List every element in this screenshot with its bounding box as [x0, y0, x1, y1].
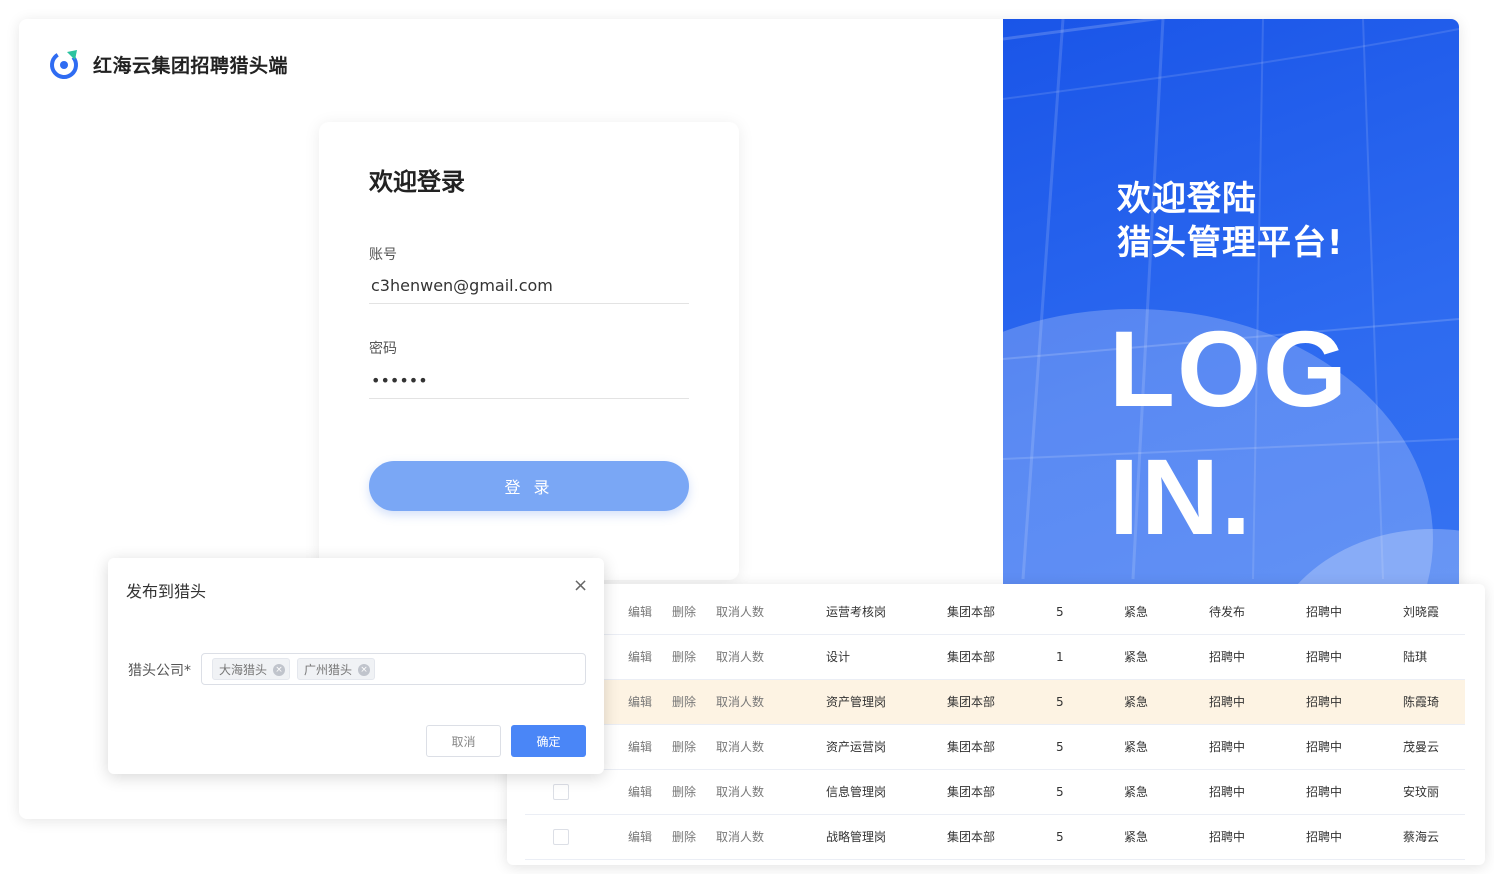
brand-header: 红海云集团招聘猎头端: [49, 47, 288, 81]
cancel-count-link[interactable]: 取消人数: [716, 680, 764, 724]
recruit-status-cell: 招聘中: [1306, 650, 1343, 664]
edit-link[interactable]: 编辑: [628, 680, 652, 724]
login-title: 欢迎登录: [369, 168, 465, 196]
publish-dialog: 发布到猎头 × 猎头公司* 大海猎头 × 广州猎头 × 取消 确定: [108, 558, 604, 774]
delete-link[interactable]: 删除: [672, 590, 696, 634]
publish-status-cell: 招聘中: [1209, 830, 1246, 844]
row-checkbox[interactable]: [553, 829, 569, 845]
recruit-status-cell: 招聘中: [1306, 785, 1343, 799]
tag-headhunter-1: 大海猎头 ×: [212, 658, 291, 680]
hero-in-word: IN.: [1109, 436, 1254, 557]
delete-link[interactable]: 删除: [672, 635, 696, 679]
recruit-status-cell: 招聘中: [1306, 695, 1343, 709]
login-button[interactable]: 登 录: [369, 461, 689, 511]
account-input[interactable]: [369, 268, 689, 304]
edit-link[interactable]: 编辑: [628, 725, 652, 769]
department-cell: 集团本部: [947, 740, 996, 754]
owner-cell: 茂曼云: [1403, 740, 1440, 754]
headhunter-company-label: 猎头公司*: [128, 663, 191, 679]
job-table: 编辑 删除 取消人数 运营考核岗 集团本部 5 紧急 待发布 招聘中 刘晓霞 编辑 删除 取消人数 设计集…: [507, 584, 1485, 865]
publish-status-cell: 招聘中: [1209, 695, 1246, 709]
recruit-status-cell: 招聘中: [1306, 740, 1343, 754]
headcount-cell: 1: [1056, 650, 1064, 664]
table-row[interactable]: 编辑 删除 取消人数 资产管理岗 集团本部 5 紧急 招聘中 招聘中 陈霞琦: [525, 680, 1465, 725]
cancel-count-link[interactable]: 取消人数: [716, 590, 764, 634]
position-cell: 信息管理岗: [826, 785, 887, 799]
cancel-count-link[interactable]: 取消人数: [716, 815, 764, 859]
owner-cell: 蔡海云: [1403, 830, 1440, 844]
headcount-cell: 5: [1056, 740, 1064, 754]
edit-link[interactable]: 编辑: [628, 815, 652, 859]
close-icon[interactable]: ×: [573, 576, 588, 596]
urgency-cell: 紧急: [1124, 830, 1149, 844]
department-cell: 集团本部: [947, 650, 996, 664]
account-label: 账号: [369, 247, 397, 263]
publish-status-cell: 招聘中: [1209, 650, 1246, 664]
headcount-cell: 5: [1056, 830, 1064, 844]
recruit-status-cell: 招聘中: [1306, 605, 1343, 619]
delete-link[interactable]: 删除: [672, 770, 696, 814]
department-cell: 集团本部: [947, 830, 996, 844]
edit-link[interactable]: 编辑: [628, 590, 652, 634]
publish-status-cell: 待发布: [1209, 605, 1246, 619]
brand-logo-icon: [50, 50, 78, 79]
tag-label: 广州猎头: [304, 663, 353, 677]
recruit-status-cell: 招聘中: [1306, 830, 1343, 844]
owner-cell: 陈霞琦: [1403, 695, 1440, 709]
department-cell: 集团本部: [947, 785, 996, 799]
delete-link[interactable]: 删除: [672, 680, 696, 724]
cancel-count-link[interactable]: 取消人数: [716, 635, 764, 679]
publish-status-cell: 招聘中: [1209, 740, 1246, 754]
tag-remove-icon[interactable]: ×: [273, 664, 286, 676]
dialog-title: 发布到猎头: [126, 582, 207, 601]
hero-welcome-text: 欢迎登陆 猎头管理平台!: [1117, 177, 1344, 265]
headhunter-company-select[interactable]: 大海猎头 × 广州猎头 ×: [201, 653, 586, 685]
table-row[interactable]: 编辑 删除 取消人数 设计 集团本部 1 紧急 招聘中 招聘中 陆琪: [525, 635, 1465, 680]
confirm-button[interactable]: 确定: [511, 725, 586, 757]
position-cell: 设计: [826, 650, 851, 664]
position-cell: 资产管理岗: [826, 695, 887, 709]
urgency-cell: 紧急: [1124, 605, 1149, 619]
password-input[interactable]: [369, 363, 689, 399]
position-cell: 战略管理岗: [826, 830, 887, 844]
urgency-cell: 紧急: [1124, 650, 1149, 664]
position-cell: 运营考核岗: [826, 605, 887, 619]
urgency-cell: 紧急: [1124, 785, 1149, 799]
edit-link[interactable]: 编辑: [628, 770, 652, 814]
table-row[interactable]: 编辑 删除 取消人数 战略管理岗 集团本部 5 紧急 招聘中 招聘中 蔡海云: [525, 815, 1465, 860]
headcount-cell: 5: [1056, 605, 1064, 619]
row-checkbox[interactable]: [553, 784, 569, 800]
owner-cell: 陆琪: [1403, 650, 1428, 664]
table-row[interactable]: 编辑 删除 取消人数 信息管理岗 集团本部 5 紧急 招聘中 招聘中 安玟丽: [525, 770, 1465, 815]
position-cell: 资产运营岗: [826, 740, 887, 754]
headcount-cell: 5: [1056, 785, 1064, 799]
edit-link[interactable]: 编辑: [628, 635, 652, 679]
department-cell: 集团本部: [947, 695, 996, 709]
tag-label: 大海猎头: [219, 663, 268, 677]
tag-remove-icon[interactable]: ×: [358, 664, 371, 676]
department-cell: 集团本部: [947, 605, 996, 619]
headcount-cell: 5: [1056, 695, 1064, 709]
hero-login-word: LOG: [1109, 308, 1349, 429]
cancel-count-link[interactable]: 取消人数: [716, 725, 764, 769]
password-label: 密码: [369, 341, 397, 357]
urgency-cell: 紧急: [1124, 695, 1149, 709]
hero-welcome-line2: 猎头管理平台!: [1117, 223, 1344, 263]
table-row[interactable]: 编辑 删除 取消人数 运营考核岗 集团本部 5 紧急 待发布 招聘中 刘晓霞: [525, 590, 1465, 635]
delete-link[interactable]: 删除: [672, 815, 696, 859]
owner-cell: 安玟丽: [1403, 785, 1440, 799]
tag-headhunter-2: 广州猎头 ×: [297, 658, 376, 680]
login-form: 欢迎登录 账号 密码 登 录: [319, 122, 739, 580]
delete-link[interactable]: 删除: [672, 725, 696, 769]
urgency-cell: 紧急: [1124, 740, 1149, 754]
cancel-button[interactable]: 取消: [426, 725, 501, 757]
brand-name: 红海云集团招聘猎头端: [93, 54, 289, 77]
hero-welcome-line1: 欢迎登陆: [1117, 179, 1257, 219]
owner-cell: 刘晓霞: [1403, 605, 1440, 619]
table-row[interactable]: 编辑 删除 取消人数 资产运营岗 集团本部 5 紧急 招聘中 招聘中 茂曼云: [525, 725, 1465, 770]
publish-status-cell: 招聘中: [1209, 785, 1246, 799]
cancel-count-link[interactable]: 取消人数: [716, 770, 764, 814]
